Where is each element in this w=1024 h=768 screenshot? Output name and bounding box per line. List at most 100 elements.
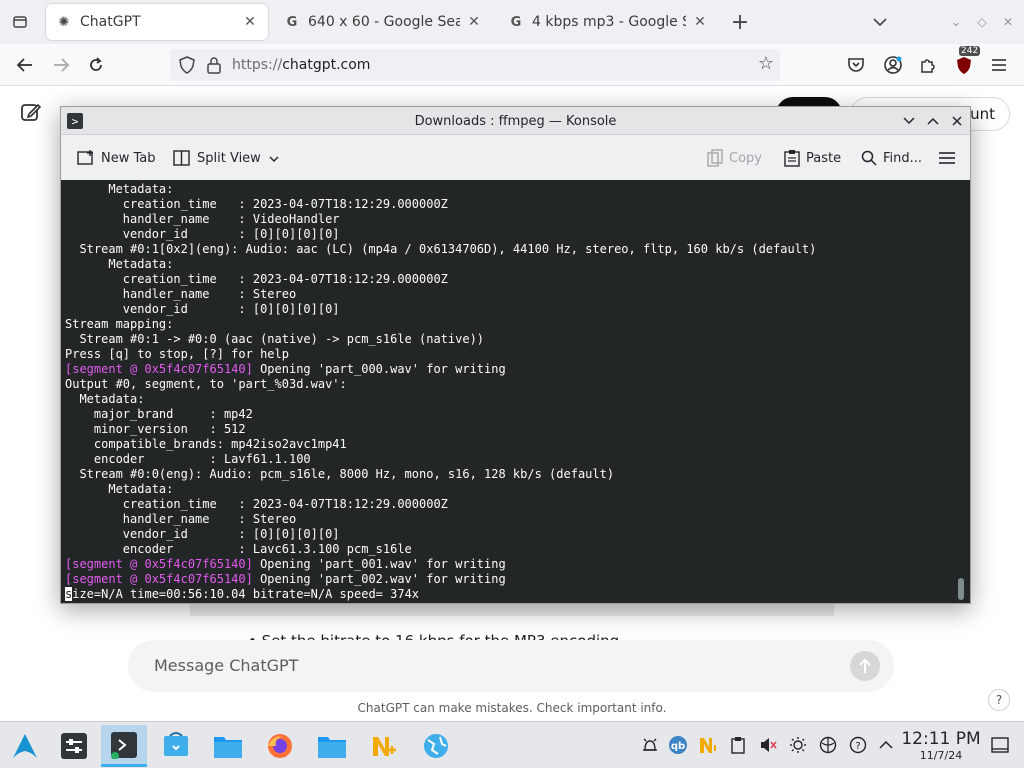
konsole-titlebar[interactable]: > Downloads : ffmpeg — Konsole xyxy=(61,107,970,135)
terminal-line-text: creation_time : 2023-04-07T18:12:29.0000… xyxy=(65,497,448,511)
network-globe-icon[interactable] xyxy=(413,725,459,767)
bookmark-star-icon[interactable]: ☆ xyxy=(758,53,774,74)
help-circle-icon[interactable]: ? xyxy=(848,735,868,755)
terminal-line: Stream #0:1[0x2](eng): Audio: aac (LC) (… xyxy=(65,242,816,257)
terminal-line: creation_time : 2023-04-07T18:12:29.0000… xyxy=(65,197,816,212)
split-view-label: Split View xyxy=(197,150,261,166)
taskbar-panel: qb ? 12:11 PM 11/7/24 xyxy=(0,721,1024,768)
terminal-line: handler_name : Stereo xyxy=(65,512,816,527)
nplus-icon[interactable] xyxy=(361,725,407,767)
new-tab-button[interactable]: New Tab xyxy=(77,147,156,169)
brightness-icon[interactable] xyxy=(788,735,808,755)
tab-google-search-mp3[interactable]: G 4 kbps mp3 - Google Sear ✕ xyxy=(498,4,718,40)
message-composer[interactable]: Message ChatGPT xyxy=(128,640,894,692)
extension-badge: 242 xyxy=(959,46,981,56)
qbittorrent-icon[interactable]: qb xyxy=(668,735,688,755)
terminal-line-text: creation_time : 2023-04-07T18:12:29.0000… xyxy=(65,272,448,286)
maximize-window-icon[interactable]: ◇ xyxy=(970,10,994,34)
find-button[interactable]: Find... xyxy=(861,147,922,169)
terminal-line: [segment @ 0x5f4c07f65140] Opening 'part… xyxy=(65,362,816,377)
chevron-down-icon xyxy=(269,151,279,166)
terminal-line: [segment @ 0x5f4c07f65140] Opening 'part… xyxy=(65,557,816,572)
url-text[interactable]: https://chatgpt.com xyxy=(232,57,370,73)
terminal-line: minor_version : 512 xyxy=(65,422,816,437)
clock-time[interactable]: 12:11 PM xyxy=(896,729,986,749)
firefox-view-icon[interactable] xyxy=(8,10,32,34)
close-icon[interactable]: ✕ xyxy=(692,14,708,30)
new-chat-compose-icon[interactable] xyxy=(20,101,42,123)
terminal-line-text: Opening 'part_002.wav' for writing xyxy=(252,572,506,586)
extensions-puzzle-icon[interactable] xyxy=(915,52,941,78)
terminal-line-text: creation_time : 2023-04-07T18:12:29.0000… xyxy=(65,197,448,211)
tab-google-search-640[interactable]: G 640 x 60 - Google Search ✕ xyxy=(274,4,492,40)
reload-button[interactable] xyxy=(83,52,109,78)
close-icon[interactable]: ✕ xyxy=(242,14,258,30)
account-icon[interactable] xyxy=(880,52,906,78)
list-all-tabs-icon[interactable] xyxy=(868,10,892,34)
dolphin-files-icon[interactable] xyxy=(205,725,251,767)
send-arrow-button[interactable] xyxy=(850,651,880,681)
minimize-icon[interactable] xyxy=(899,111,919,131)
discover-store-icon[interactable] xyxy=(153,725,199,767)
segment-tag: [segment @ 0x5f4c07f65140] xyxy=(65,557,253,571)
ublock-extension-icon[interactable]: 242 xyxy=(951,46,981,78)
tab-title: 4 kbps mp3 - Google Sear xyxy=(532,14,686,30)
close-icon[interactable] xyxy=(947,111,967,131)
message-input[interactable]: Message ChatGPT xyxy=(154,656,298,675)
terminal-output[interactable]: Metadata: creation_time : 2023-04-07T18:… xyxy=(61,180,970,603)
show-desktop-icon[interactable] xyxy=(990,735,1010,755)
firefox-icon[interactable] xyxy=(257,725,303,767)
terminal-line-text: handler_name : Stereo xyxy=(65,512,297,526)
disclaimer-text: ChatGPT can make mistakes. Check importa… xyxy=(357,701,667,715)
terminal-line: handler_name : Stereo xyxy=(65,287,816,302)
new-tab-button[interactable]: + xyxy=(728,10,752,35)
lock-icon[interactable] xyxy=(206,56,222,74)
volume-muted-icon[interactable] xyxy=(758,735,778,755)
segment-tag: [segment @ 0x5f4c07f65140] xyxy=(65,572,253,586)
clipboard-icon[interactable] xyxy=(728,735,748,755)
maximize-icon[interactable] xyxy=(923,111,943,131)
split-view-button[interactable]: Split View xyxy=(173,147,279,169)
tab-chatgpt[interactable]: ✺ ChatGPT ✕ xyxy=(46,4,268,40)
dolphin-files-icon-2[interactable] xyxy=(309,725,355,767)
nplus-tray-icon[interactable] xyxy=(698,735,718,755)
paste-button[interactable]: Paste xyxy=(784,147,841,169)
tab-title: 640 x 60 - Google Search xyxy=(308,14,460,30)
terminal-line-text: Stream mapping: xyxy=(65,317,174,331)
hamburger-menu-icon[interactable] xyxy=(939,147,955,169)
terminal-scrollbar[interactable] xyxy=(958,578,964,600)
hamburger-menu-icon[interactable] xyxy=(986,52,1012,78)
konsole-window: > Downloads : ffmpeg — Konsole New Tab S… xyxy=(60,106,971,604)
split-view-icon xyxy=(173,149,191,167)
terminal-line-text: Metadata: xyxy=(65,482,174,496)
google-icon: G xyxy=(286,14,298,30)
konsole-icon[interactable] xyxy=(101,725,147,767)
terminal-line-text: encoder : Lavc61.3.100 pcm_s16le xyxy=(65,542,412,556)
network-icon[interactable] xyxy=(818,735,838,755)
back-button[interactable] xyxy=(12,52,38,78)
alarm-icon[interactable] xyxy=(640,735,660,755)
terminal-line: Stream #0:0(eng): Audio: pcm_s16le, 8000… xyxy=(65,467,816,482)
terminal-line: encoder : Lavc61.3.100 pcm_s16le xyxy=(65,542,816,557)
progress-text: ize=N/A time=00:56:10.04 bitrate=N/A spe… xyxy=(72,587,420,601)
url-bar[interactable]: https://chatgpt.com ☆ xyxy=(170,49,780,81)
tracking-protection-shield-icon[interactable] xyxy=(178,56,196,74)
close-icon[interactable]: ✕ xyxy=(466,14,482,30)
pocket-icon[interactable] xyxy=(843,52,869,78)
terminal-line-text: major_brand : mp42 xyxy=(65,407,253,421)
browser-tab-strip: ✺ ChatGPT ✕ G 640 x 60 - Google Search ✕… xyxy=(0,0,1024,44)
mixer-settings-icon[interactable] xyxy=(51,725,97,767)
copy-button[interactable]: Copy xyxy=(707,147,762,169)
forward-button[interactable] xyxy=(48,52,74,78)
svg-text:?: ? xyxy=(855,741,860,752)
terminal-line-text: handler_name : Stereo xyxy=(65,287,297,301)
chatgpt-icon: ✺ xyxy=(58,14,70,30)
chevron-up-icon[interactable] xyxy=(876,735,896,755)
terminal-line: handler_name : VideoHandler xyxy=(65,212,816,227)
help-button[interactable]: ? xyxy=(988,689,1010,711)
clock-date[interactable]: 11/7/24 xyxy=(896,749,986,762)
close-window-icon[interactable]: ✕ xyxy=(996,10,1020,34)
arch-launcher-icon[interactable] xyxy=(2,725,48,767)
minimize-window-icon[interactable]: ⌄ xyxy=(944,10,968,34)
svg-text:qb: qb xyxy=(671,741,685,752)
